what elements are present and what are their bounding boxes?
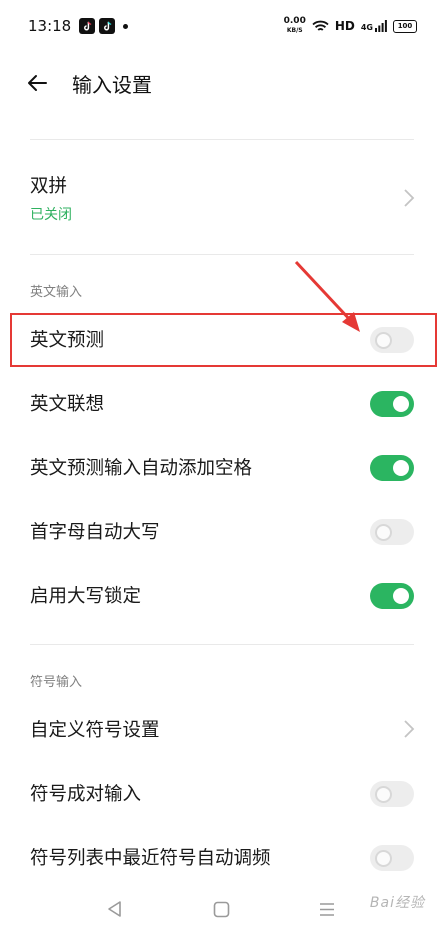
double-pinyin-row[interactable]: 双拼 已关闭 — [0, 172, 445, 232]
setting-row-auto-space[interactable]: 英文预测输入自动添加空格 — [0, 454, 445, 484]
setting-row-recent-symbol-frequency[interactable]: 符号列表中最近符号自动调频 — [0, 844, 445, 874]
nav-back-icon[interactable] — [106, 900, 124, 918]
setting-row-auto-capitalize[interactable]: 首字母自动大写 — [0, 518, 445, 548]
wifi-icon — [312, 20, 329, 31]
hd-indicator: HD — [334, 19, 355, 33]
chevron-right-icon — [404, 720, 415, 738]
toggle-switch-recent-symbol-frequency[interactable] — [370, 845, 414, 871]
setting-label: 启用大写锁定 — [30, 586, 142, 607]
custom-symbol-settings-row[interactable]: 自定义符号设置 — [0, 716, 445, 746]
tiktok-notification-icon — [99, 18, 116, 34]
toggle-switch-caps-lock[interactable] — [370, 583, 414, 609]
section-title-symbol: 符号输入 — [30, 675, 83, 690]
setting-label: 自定义符号设置 — [30, 720, 160, 741]
double-pinyin-status: 已关闭 — [30, 207, 72, 223]
annotation-arrow-icon — [294, 260, 360, 332]
baidu-jingyan-watermark: Bai经验 — [369, 895, 425, 911]
toggle-knob — [375, 785, 392, 803]
chevron-right-icon — [404, 189, 415, 207]
setting-label: 首字母自动大写 — [30, 522, 160, 543]
network-speed: 0.00 KB/S — [283, 16, 306, 35]
app-header: 输入设置 — [0, 52, 445, 114]
divider — [30, 139, 414, 140]
status-indicators: 0.00 KB/S HD 4G 100 — [284, 17, 417, 35]
setting-row-english-association[interactable]: 英文联想 — [0, 390, 445, 420]
toggle-knob — [375, 849, 392, 867]
toggle-knob — [393, 396, 409, 412]
tiktok-notification-icon — [79, 18, 96, 34]
cell-signal-icon — [375, 20, 387, 32]
toggle-knob — [375, 523, 392, 541]
battery-icon: 100 — [393, 19, 417, 33]
toggle-switch-english-association[interactable] — [370, 391, 414, 417]
nav-menu-icon[interactable] — [318, 901, 336, 918]
setting-row-caps-lock[interactable]: 启用大写锁定 — [0, 582, 445, 612]
section-title-english: 英文输入 — [30, 285, 83, 300]
nav-home-icon[interactable] — [213, 901, 230, 918]
status-time: 13:18 — [28, 17, 72, 35]
setting-label: 英文联想 — [30, 394, 105, 415]
toggle-switch-paired-symbols[interactable] — [370, 781, 414, 807]
toggle-knob — [393, 460, 409, 476]
status-bar: 13:18 0.00 KB/S HD 4G 100 — [0, 0, 445, 52]
setting-label: 符号成对输入 — [30, 784, 142, 805]
back-arrow-icon[interactable] — [26, 71, 50, 95]
page-title: 输入设置 — [72, 72, 152, 97]
setting-label: 符号列表中最近符号自动调频 — [30, 848, 271, 869]
toggle-switch-auto-space[interactable] — [370, 455, 414, 481]
divider — [30, 644, 414, 645]
double-pinyin-label: 双拼 — [30, 176, 68, 197]
more-notifications-dot-icon — [123, 23, 129, 29]
toggle-knob — [393, 588, 409, 604]
system-navigation-bar: Bai经验 — [0, 886, 445, 938]
cell-signal: 4G — [361, 20, 387, 32]
setting-label: 英文预测输入自动添加空格 — [30, 458, 253, 479]
toggle-switch-auto-capitalize[interactable] — [370, 519, 414, 545]
annotation-highlight-box — [10, 313, 437, 367]
setting-row-paired-symbols[interactable]: 符号成对输入 — [0, 780, 445, 810]
divider — [30, 254, 414, 255]
